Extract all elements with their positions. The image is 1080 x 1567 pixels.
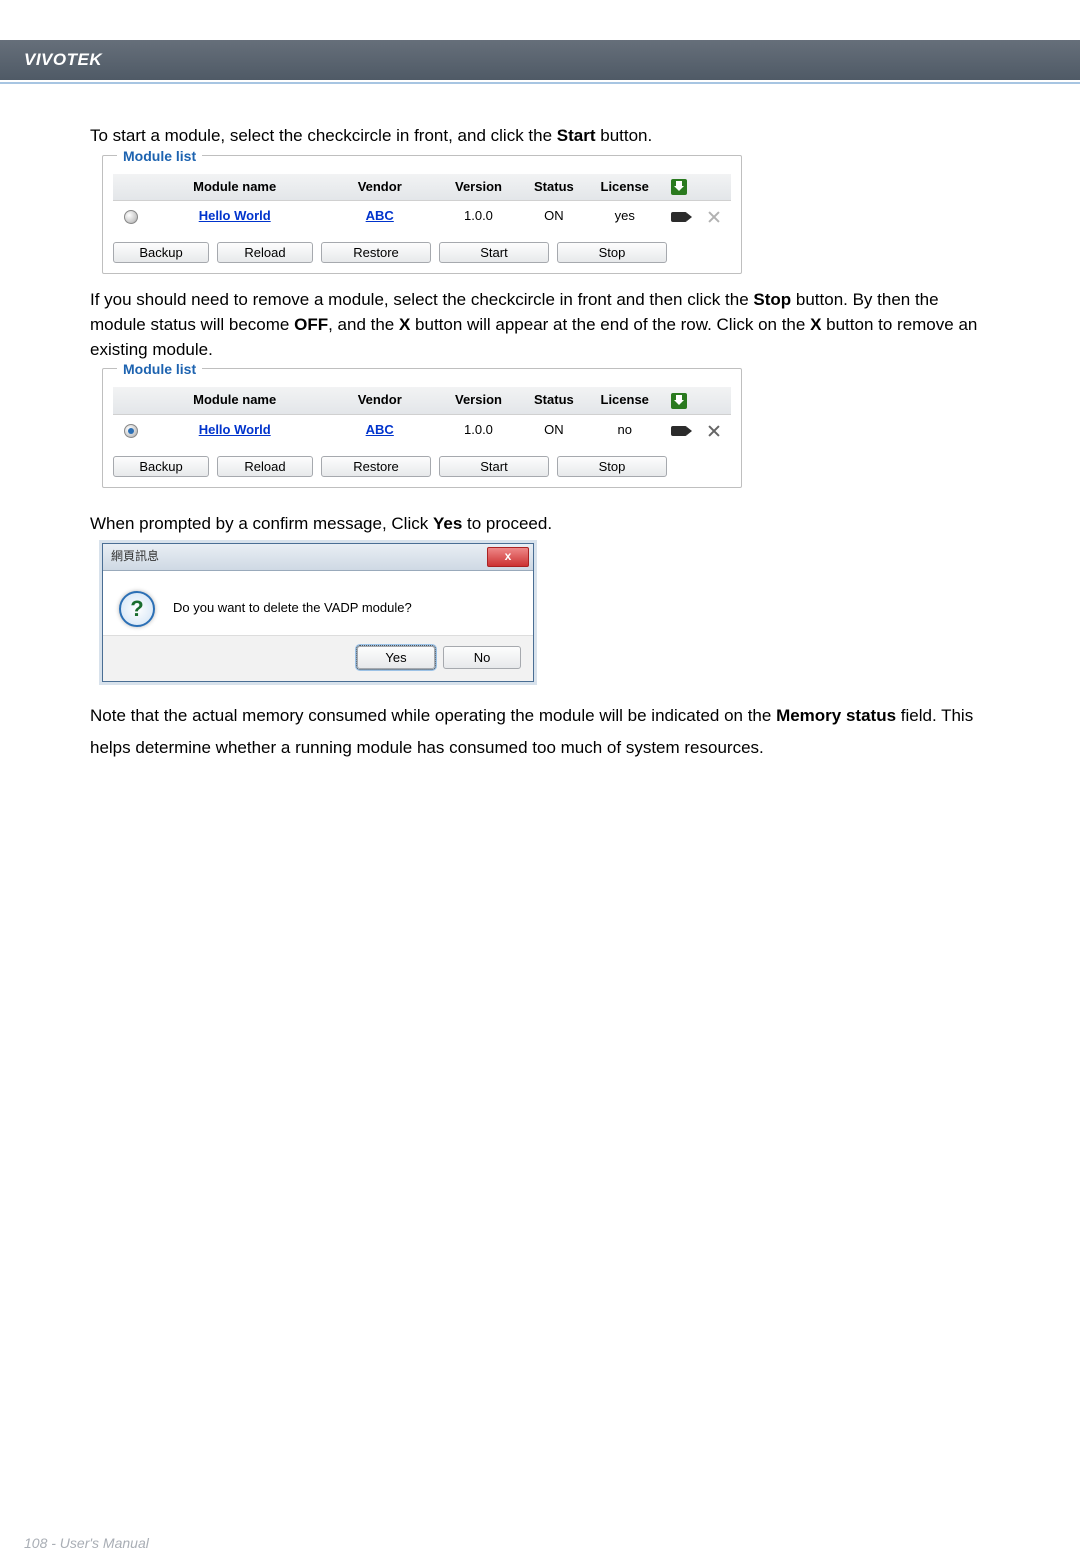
table-row: Hello World ABC 1.0.0 ON yes [113,201,731,232]
row-radio[interactable] [124,210,138,224]
vendor-link[interactable]: ABC [366,208,394,223]
col-license: License [589,174,660,201]
restore-button[interactable]: Restore [321,242,431,263]
paragraph-start: To start a module, select the checkcircl… [90,124,990,149]
backup-button[interactable]: Backup [113,242,209,263]
col-version: Version [438,174,518,201]
dialog-message: Do you want to delete the VADP module? [173,599,412,618]
col-vendor: Vendor [321,174,438,201]
stop-button[interactable]: Stop [557,242,667,263]
table-header-row: Module name Vendor Version Status Licens… [113,174,731,201]
paragraph-remove: If you should need to remove a module, s… [90,288,990,362]
download-icon[interactable] [671,393,687,409]
row-radio[interactable] [124,424,138,438]
reload-button[interactable]: Reload [217,242,313,263]
col-version: Version [438,387,518,414]
button-row: Backup Reload Restore Start Stop [113,456,731,477]
start-button[interactable]: Start [439,242,549,263]
no-button[interactable]: No [443,646,521,669]
paragraph-memory: Note that the actual memory consumed whi… [90,700,990,765]
paragraph-confirm: When prompted by a confirm message, Clic… [90,512,990,537]
cell-license: no [589,415,660,446]
cell-status: ON [519,201,590,232]
confirm-dialog: 網頁訊息 x ? Do you want to delete the VADP … [102,543,534,682]
delete-icon [707,210,721,224]
module-table-2: Module name Vendor Version Status Licens… [113,387,731,446]
yes-button[interactable]: Yes [357,646,435,669]
page-footer: 108 - User's Manual [0,1533,1080,1553]
col-module-name: Module name [148,174,321,201]
camera-icon[interactable] [671,212,687,222]
col-module-name: Module name [148,387,321,414]
col-status: Status [519,174,590,201]
module-table-1: Module name Vendor Version Status Licens… [113,174,731,233]
table-header-row: Module name Vendor Version Status Licens… [113,387,731,414]
col-license: License [589,387,660,414]
dialog-title: 網頁訊息 [111,548,159,565]
cell-version: 1.0.0 [438,201,518,232]
module-list-box-1: Module list Module name Vendor Version S… [102,155,742,275]
delete-icon[interactable] [707,424,721,438]
module-list-box-2: Module list Module name Vendor Version S… [102,368,742,488]
col-status: Status [519,387,590,414]
module-list-legend: Module list [117,146,202,166]
start-button[interactable]: Start [439,456,549,477]
cell-version: 1.0.0 [438,415,518,446]
dialog-titlebar: 網頁訊息 x [103,544,533,571]
download-icon[interactable] [671,179,687,195]
table-row: Hello World ABC 1.0.0 ON no [113,415,731,446]
cell-status: ON [519,415,590,446]
reload-button[interactable]: Reload [217,456,313,477]
cell-license: yes [589,201,660,232]
restore-button[interactable]: Restore [321,456,431,477]
close-icon[interactable]: x [487,547,529,567]
module-name-link[interactable]: Hello World [199,208,271,223]
question-icon: ? [119,591,155,627]
vendor-link[interactable]: ABC [366,422,394,437]
stop-button[interactable]: Stop [557,456,667,477]
camera-icon[interactable] [671,426,687,436]
module-name-link[interactable]: Hello World [199,422,271,437]
brand-title: VIVOTEK [24,48,102,73]
button-row: Backup Reload Restore Start Stop [113,242,731,263]
backup-button[interactable]: Backup [113,456,209,477]
col-vendor: Vendor [321,387,438,414]
header-bar: VIVOTEK [0,40,1080,80]
module-list-legend: Module list [117,359,202,379]
